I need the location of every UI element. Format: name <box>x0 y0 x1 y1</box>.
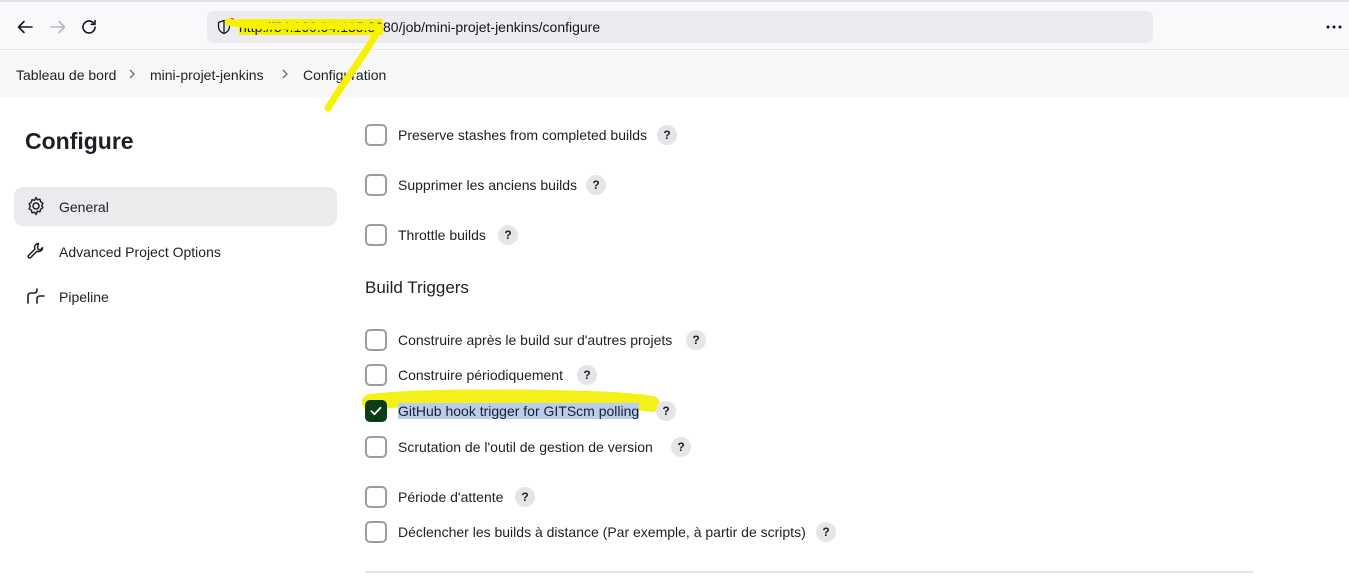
sidebar-item-general[interactable]: General <box>14 187 337 226</box>
breadcrumb-dashboard-link[interactable]: Tableau de bord <box>16 67 116 83</box>
help-icon[interactable]: ? <box>586 175 606 195</box>
pipeline-icon <box>27 288 45 304</box>
url-rest: 80/job/mini-projet-jenkins/configure <box>383 19 601 35</box>
url-text[interactable]: http://54.160.94.135:8080/job/mini-proje… <box>239 19 600 35</box>
sidebar-item-pipeline[interactable]: Pipeline <box>14 277 337 316</box>
option-label[interactable]: Déclencher les builds à distance (Par ex… <box>398 524 806 540</box>
option-label[interactable]: Supprimer les anciens builds <box>398 177 577 193</box>
option-label[interactable]: Preserve stashes from completed builds <box>398 127 647 143</box>
help-icon[interactable]: ? <box>656 401 676 421</box>
back-arrow-icon[interactable] <box>14 16 36 38</box>
checkmark-icon <box>370 406 382 416</box>
help-icon[interactable]: ? <box>498 225 518 245</box>
wrench-icon <box>27 242 44 259</box>
option-label[interactable]: Construire périodiquement <box>398 367 563 383</box>
checkbox[interactable] <box>365 329 387 351</box>
forward-arrow-icon[interactable] <box>47 16 69 38</box>
checkbox[interactable] <box>365 124 387 146</box>
help-icon[interactable]: ? <box>686 330 706 350</box>
help-icon[interactable]: ? <box>671 437 691 457</box>
chevron-right-icon <box>282 69 288 79</box>
help-icon[interactable]: ? <box>657 125 677 145</box>
help-icon[interactable]: ? <box>577 365 597 385</box>
breadcrumb-current[interactable]: Configuration <box>303 67 386 83</box>
checkbox[interactable] <box>365 486 387 508</box>
help-icon[interactable]: ? <box>515 487 535 507</box>
chevron-right-icon <box>129 69 135 79</box>
page-title: Configure <box>25 128 134 154</box>
section-divider <box>365 571 1253 573</box>
sidebar-item-label: Pipeline <box>59 289 109 305</box>
sidebar-item-advanced-project-options[interactable]: Advanced Project Options <box>14 232 337 271</box>
sidebar-item-label: Advanced Project Options <box>59 244 221 260</box>
checkbox[interactable] <box>365 521 387 543</box>
breadcrumb-job-link[interactable]: mini-projet-jenkins <box>150 67 264 83</box>
address-bar[interactable]: http://54.160.94.135:8080/job/mini-proje… <box>207 11 1153 43</box>
tracking-indicator-dot <box>229 18 235 24</box>
option-label[interactable]: Scrutation de l'outil de gestion de vers… <box>398 439 653 455</box>
help-icon[interactable]: ? <box>816 522 836 542</box>
checkbox[interactable] <box>365 364 387 386</box>
checkbox[interactable] <box>365 174 387 196</box>
checkbox-checked[interactable] <box>365 400 387 422</box>
gear-icon <box>28 196 44 216</box>
breadcrumb: Tableau de bord mini-projet-jenkins Conf… <box>0 51 1349 97</box>
option-label[interactable]: Période d'attente <box>398 489 503 505</box>
reload-icon[interactable] <box>78 16 100 38</box>
checkbox[interactable] <box>365 436 387 458</box>
option-label[interactable]: Construire après le build sur d'autres p… <box>398 332 672 348</box>
build-triggers-heading: Build Triggers <box>365 278 469 297</box>
browser-toolbar: http://54.160.94.135:8080/job/mini-proje… <box>0 0 1349 50</box>
more-menu-icon[interactable] <box>1322 16 1346 38</box>
option-label[interactable]: Throttle builds <box>398 227 486 243</box>
checkbox[interactable] <box>365 224 387 246</box>
url-highlighted: http://54.160.94.135:80 <box>239 19 384 35</box>
option-label[interactable]: GitHub hook trigger for GITScm polling <box>398 403 640 419</box>
sidebar-item-label: General <box>59 199 109 215</box>
